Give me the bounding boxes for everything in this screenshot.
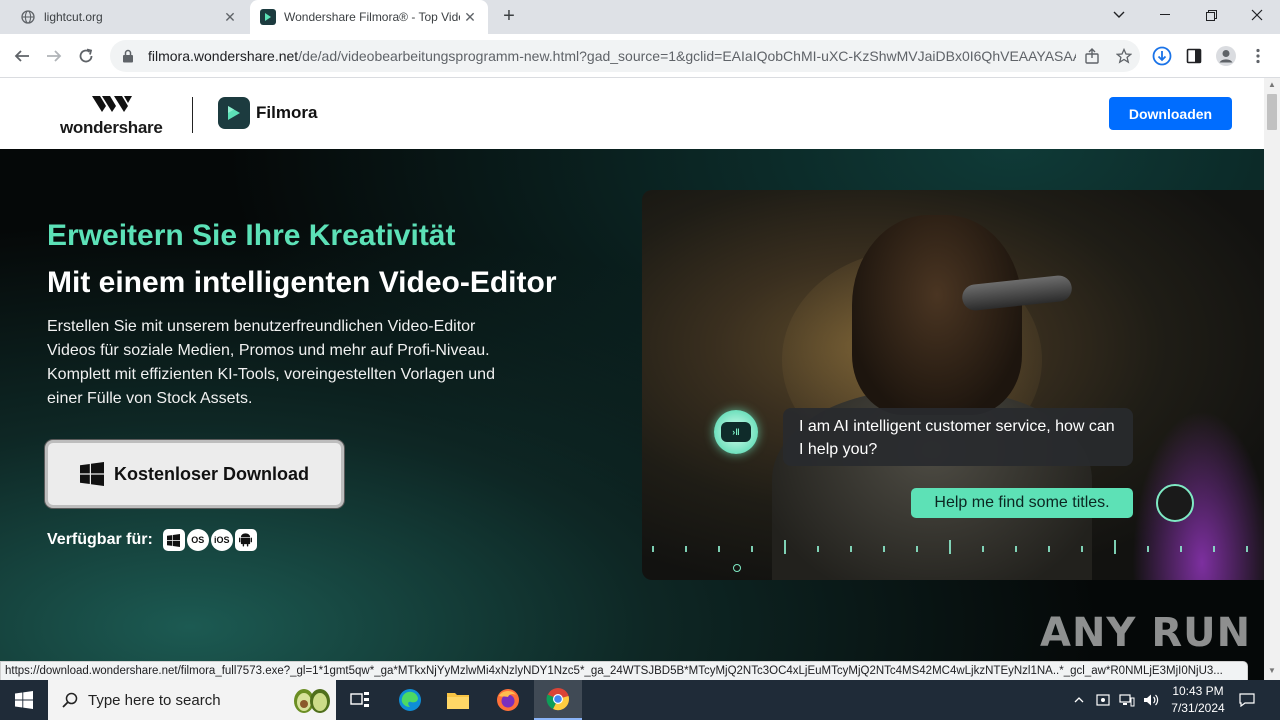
close-tab-icon[interactable]: ✕ bbox=[460, 7, 480, 27]
platform-availability: Verfügbar für: OS iOS bbox=[47, 529, 259, 551]
free-download-button[interactable]: Kostenloser Download bbox=[45, 440, 344, 508]
clock-date: 7/31/2024 bbox=[1171, 701, 1225, 715]
indicator-dot bbox=[733, 564, 741, 572]
file-explorer-icon[interactable] bbox=[434, 680, 482, 720]
notifications-icon[interactable] bbox=[1236, 680, 1258, 720]
security-tray-icon[interactable] bbox=[1092, 680, 1114, 720]
start-button[interactable] bbox=[0, 680, 48, 720]
menu-kebab-icon[interactable] bbox=[1244, 42, 1272, 70]
user-chat-bubble: Help me find some titles. bbox=[911, 488, 1133, 518]
firefox-icon[interactable] bbox=[484, 680, 532, 720]
hero-eyebrow: Erweitern Sie Ihre Kreativität bbox=[47, 219, 456, 252]
browser-toolbar: filmora.wondershare.net/de/ad/videobearb… bbox=[0, 34, 1280, 78]
windows-icon[interactable] bbox=[162, 529, 185, 551]
reload-icon[interactable] bbox=[72, 42, 100, 70]
android-icon[interactable] bbox=[234, 529, 257, 551]
product-name: Filmora bbox=[256, 103, 318, 122]
bookmark-star-icon[interactable] bbox=[1108, 42, 1140, 70]
scroll-thumb[interactable] bbox=[1267, 94, 1277, 130]
tab-filmora[interactable]: Wondershare Filmora® - Top Video ✕ bbox=[250, 0, 488, 34]
profile-avatar-icon[interactable] bbox=[1212, 42, 1240, 70]
close-tab-icon[interactable]: ✕ bbox=[220, 7, 240, 27]
header-download-button[interactable]: Downloaden bbox=[1109, 97, 1232, 130]
tab-lightcut[interactable]: lightcut.org ✕ bbox=[0, 0, 248, 34]
system-clock[interactable]: 10:43 PM 7/31/2024 bbox=[1160, 683, 1236, 717]
singer-head bbox=[852, 215, 1022, 415]
restore-icon[interactable] bbox=[1188, 0, 1234, 30]
wondershare-logo[interactable]: wondershare bbox=[60, 94, 170, 137]
site-header: wondershare Filmora Downloaden bbox=[0, 78, 1264, 149]
cta-label: Kostenloser Download bbox=[113, 463, 310, 484]
available-label: Verfügbar für: bbox=[47, 531, 153, 548]
new-tab-button[interactable]: + bbox=[498, 6, 520, 28]
url-path: /de/ad/videobearbeitungsprogramm-new.htm… bbox=[298, 48, 1076, 64]
side-panel-icon[interactable] bbox=[1180, 42, 1208, 70]
ai-bot-avatar: ›‖ bbox=[714, 410, 758, 454]
url-text: filmora.wondershare.net/de/ad/videobearb… bbox=[148, 48, 1076, 64]
tab-search-icon[interactable] bbox=[1096, 0, 1142, 30]
tray-chevron-icon[interactable] bbox=[1068, 680, 1090, 720]
filmora-mark-icon bbox=[218, 97, 250, 129]
chrome-icon[interactable] bbox=[534, 680, 582, 720]
download-icon[interactable] bbox=[1148, 42, 1176, 70]
avocado-icon bbox=[288, 684, 336, 716]
anyrun-watermark: ANY RUN bbox=[1040, 610, 1252, 656]
scroll-down-icon[interactable]: ▼ bbox=[1268, 666, 1276, 675]
lock-icon[interactable] bbox=[122, 49, 136, 63]
header-divider bbox=[192, 97, 193, 133]
globe-icon bbox=[20, 9, 36, 25]
windows-start-icon bbox=[15, 691, 33, 709]
tab-strip: lightcut.org ✕ Wondershare Filmora® - To… bbox=[0, 0, 1280, 34]
filmora-favicon-icon bbox=[260, 9, 276, 25]
windows-taskbar: Type here to search 10:43 PM 7/31/2024 bbox=[0, 680, 1280, 720]
video-waveform bbox=[652, 540, 1248, 554]
macos-icon[interactable]: OS bbox=[186, 529, 209, 551]
web-page: wondershare Filmora Downloaden Erweitern… bbox=[0, 78, 1264, 680]
url-host: filmora.wondershare.net bbox=[148, 48, 299, 64]
hero-description: Erstellen Sie mit unserem benutzerfreund… bbox=[47, 318, 495, 407]
bot-face-icon: ›‖ bbox=[721, 422, 751, 442]
brand-wordmark: wondershare bbox=[60, 118, 163, 137]
page-scrollbar[interactable]: ▲ ▼ bbox=[1264, 78, 1280, 680]
user-avatar bbox=[1156, 484, 1194, 522]
taskbar-search[interactable]: Type here to search bbox=[48, 680, 336, 720]
tab-title: Wondershare Filmora® - Top Video bbox=[284, 10, 460, 24]
forward-icon[interactable] bbox=[40, 42, 68, 70]
wondershare-mark-icon bbox=[92, 96, 132, 112]
volume-icon[interactable] bbox=[1140, 680, 1162, 720]
ios-icon[interactable]: iOS bbox=[210, 529, 233, 551]
minimize-icon[interactable] bbox=[1142, 0, 1188, 30]
task-view-icon[interactable] bbox=[336, 680, 384, 720]
clock-time: 10:43 PM bbox=[1172, 684, 1224, 698]
search-placeholder: Type here to search bbox=[88, 691, 221, 709]
windows-icon bbox=[79, 462, 104, 486]
share-icon[interactable] bbox=[1076, 42, 1108, 70]
tab-title: lightcut.org bbox=[44, 10, 103, 24]
hero-title: Mit einem intelligenten Video-Editor bbox=[47, 266, 557, 299]
link-status-bar: https://download.wondershare.net/filmora… bbox=[0, 661, 1248, 680]
scroll-up-icon[interactable]: ▲ bbox=[1268, 80, 1276, 89]
search-icon bbox=[62, 692, 78, 708]
address-bar[interactable]: filmora.wondershare.net/de/ad/videobearb… bbox=[110, 40, 1140, 72]
ai-chat-bubble: I am AI intelligent customer service, ho… bbox=[783, 408, 1133, 466]
filmora-logo[interactable]: Filmora bbox=[218, 97, 317, 129]
edge-icon[interactable] bbox=[386, 680, 434, 720]
network-icon[interactable] bbox=[1116, 680, 1138, 720]
back-icon[interactable] bbox=[8, 42, 36, 70]
close-window-icon[interactable] bbox=[1234, 0, 1280, 30]
